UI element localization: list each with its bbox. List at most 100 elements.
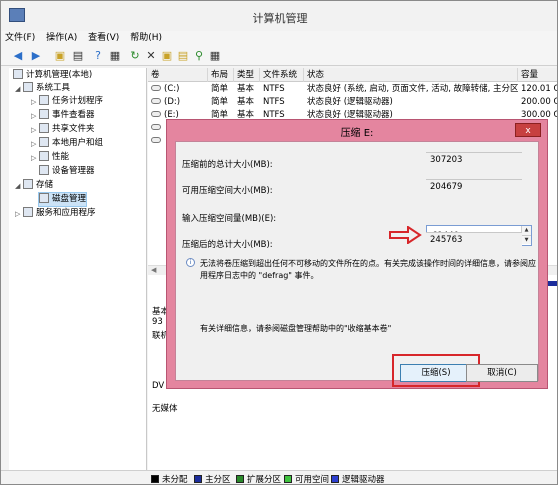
collapse-arrow-icon[interactable]: ◢ bbox=[15, 85, 20, 93]
spin-down-icon[interactable]: ▼ bbox=[521, 235, 531, 244]
dialog-body: 压缩前的总计大小(MB): 307203 可用压缩空间大小(MB): 20467… bbox=[175, 141, 539, 387]
users-icon bbox=[39, 137, 49, 147]
volume-icon bbox=[151, 137, 161, 143]
device-manager-icon bbox=[39, 165, 49, 175]
event-viewer-icon bbox=[39, 109, 49, 119]
tree-system-tools[interactable]: 系统工具 bbox=[23, 82, 70, 95]
expand-arrow-icon[interactable]: ▷ bbox=[31, 112, 36, 120]
export-icon[interactable]: ▤ bbox=[176, 49, 190, 63]
column-type[interactable]: 类型 bbox=[234, 68, 260, 82]
free-space-swatch bbox=[284, 475, 292, 483]
table-row[interactable]: (D:) 简单 基本 NTFS 状态良好 (逻辑驱动器) 200.00 G bbox=[148, 96, 557, 109]
expand-arrow-icon[interactable]: ▷ bbox=[31, 154, 36, 162]
view-icon[interactable]: ▦ bbox=[208, 49, 222, 63]
volume-icon bbox=[151, 124, 161, 130]
column-filesystem[interactable]: 文件系统 bbox=[260, 68, 304, 82]
cdrom-label: DV bbox=[152, 381, 165, 391]
title-bar: 计算机管理 bbox=[1, 1, 557, 31]
delete-icon[interactable]: ✕ bbox=[144, 49, 158, 63]
volume-icon bbox=[151, 98, 161, 104]
total-after-value: 245763 bbox=[426, 232, 522, 246]
partition-legend: 未分配 主分区 扩展分区 可用空间 逻辑驱动器 bbox=[1, 470, 557, 485]
legend-unallocated: 未分配 bbox=[162, 475, 188, 485]
properties-icon[interactable]: ▦ bbox=[108, 49, 122, 63]
total-after-label: 压缩后的总计大小(MB): bbox=[182, 240, 273, 250]
menu-help[interactable]: 帮助(H) bbox=[126, 31, 166, 45]
total-before-label: 压缩前的总计大小(MB): bbox=[182, 160, 273, 170]
shrink-note: 无法将卷压缩到超出任何不可移动的文件所在的点。有关完成该操作时间的详细信息，请参… bbox=[200, 259, 536, 280]
scroll-left-icon[interactable]: ◀ bbox=[151, 266, 156, 274]
computer-icon bbox=[13, 69, 23, 79]
menu-file[interactable]: 文件(F) bbox=[1, 31, 39, 45]
column-layout[interactable]: 布局 bbox=[208, 68, 234, 82]
primary-swatch bbox=[194, 475, 202, 483]
legend-primary: 主分区 bbox=[205, 475, 231, 485]
disk0-size: 93 bbox=[152, 317, 163, 327]
legend-logical: 逻辑驱动器 bbox=[342, 475, 385, 485]
help-text: 有关详细信息，请参阅磁盘管理帮助中的"收缩基本卷" bbox=[200, 324, 392, 333]
cdrom-status: 无媒体 bbox=[152, 404, 178, 414]
refresh-icon[interactable]: ↻ bbox=[128, 49, 142, 63]
tree-local-users[interactable]: 本地用户和组 bbox=[39, 137, 103, 150]
shrink-button[interactable]: 压缩(S) bbox=[400, 364, 472, 382]
collapse-arrow-icon[interactable]: ◢ bbox=[15, 182, 20, 190]
menu-action[interactable]: 操作(A) bbox=[42, 31, 81, 45]
clock-icon bbox=[39, 95, 49, 105]
search-icon[interactable]: ⚲ bbox=[192, 49, 206, 63]
expand-arrow-icon[interactable]: ▷ bbox=[31, 140, 36, 148]
forward-arrow-icon[interactable]: ▶ bbox=[29, 49, 43, 63]
back-arrow-icon[interactable]: ◀ bbox=[11, 49, 25, 63]
dialog-title: 压缩 E: bbox=[340, 128, 374, 139]
total-before-value: 307203 bbox=[426, 152, 522, 166]
column-capacity[interactable]: 容量 bbox=[518, 68, 557, 82]
tree-task-scheduler[interactable]: 任务计划程序 bbox=[39, 95, 103, 108]
volume-icon bbox=[151, 85, 161, 91]
info-icon: i bbox=[186, 258, 195, 267]
red-arrow-icon bbox=[389, 226, 422, 244]
unallocated-swatch bbox=[151, 475, 159, 483]
shrink-dialog: 压缩 E: x 压缩前的总计大小(MB): 307203 可用压缩空间大小(MB… bbox=[166, 119, 548, 389]
tree-shared-folders[interactable]: 共享文件夹 bbox=[39, 123, 95, 136]
tools-icon bbox=[23, 82, 33, 92]
volume-icon bbox=[151, 111, 161, 117]
spin-up-icon[interactable]: ▲ bbox=[521, 226, 531, 235]
close-icon: x bbox=[525, 126, 531, 136]
expand-arrow-icon[interactable]: ▷ bbox=[31, 126, 36, 134]
table-row[interactable]: (C:) 简单 基本 NTFS 状态良好 (系统, 启动, 页面文件, 活动, … bbox=[148, 83, 557, 96]
disk-management-icon bbox=[39, 193, 49, 203]
extended-swatch bbox=[236, 475, 244, 483]
help-icon[interactable]: ? bbox=[91, 49, 105, 63]
open-folder-icon[interactable]: ▣ bbox=[160, 49, 174, 63]
tree-disk-management[interactable]: 磁盘管理 bbox=[37, 192, 88, 207]
tree-device-manager[interactable]: 设备管理器 bbox=[39, 165, 95, 178]
column-status[interactable]: 状态 bbox=[304, 68, 518, 82]
tree-computer-management[interactable]: 计算机管理(本地) bbox=[13, 69, 92, 82]
tree-storage[interactable]: 存储 bbox=[23, 179, 53, 192]
table-header: 卷 布局 类型 文件系统 状态 容量 bbox=[148, 68, 557, 82]
dialog-title-bar: 压缩 E: x bbox=[167, 120, 547, 140]
tree-event-viewer[interactable]: 事件查看器 bbox=[39, 109, 95, 122]
performance-icon bbox=[39, 151, 49, 161]
expand-arrow-icon[interactable]: ▷ bbox=[31, 98, 36, 106]
expand-arrow-icon[interactable]: ▷ bbox=[15, 210, 20, 218]
menu-bar: 文件(F) 操作(A) 查看(V) 帮助(H) bbox=[1, 31, 557, 46]
close-button[interactable]: x bbox=[515, 123, 541, 137]
services-icon bbox=[23, 207, 33, 217]
menu-view[interactable]: 查看(V) bbox=[84, 31, 123, 45]
available-value: 204679 bbox=[426, 179, 522, 193]
up-folder-icon[interactable]: ▣ bbox=[53, 49, 67, 63]
legend-free: 可用空间 bbox=[295, 475, 330, 485]
enter-amount-label: 输入压缩空间量(MB)(E): bbox=[182, 214, 277, 224]
show-hide-tree-icon[interactable]: ▤ bbox=[71, 49, 85, 63]
navigation-tree: 计算机管理(本地) ◢ 系统工具 ▷ 任务计划程序 ▷ 事件查看器 ▷ 共享文件… bbox=[9, 68, 147, 484]
toolbar: ◀ ▶ ▣ ▤ ? ▦ ↻ ✕ ▣ ▤ ⚲ ▦ bbox=[1, 46, 557, 66]
column-volume[interactable]: 卷 bbox=[148, 68, 208, 82]
shared-folder-icon bbox=[39, 123, 49, 133]
available-label: 可用压缩空间大小(MB): bbox=[182, 186, 273, 196]
logical-swatch bbox=[331, 475, 339, 483]
storage-icon bbox=[23, 179, 33, 189]
cancel-button[interactable]: 取消(C) bbox=[466, 364, 538, 382]
window-title: 计算机管理 bbox=[252, 12, 308, 25]
tree-performance[interactable]: 性能 bbox=[39, 151, 69, 164]
tree-services-apps[interactable]: 服务和应用程序 bbox=[23, 207, 96, 220]
